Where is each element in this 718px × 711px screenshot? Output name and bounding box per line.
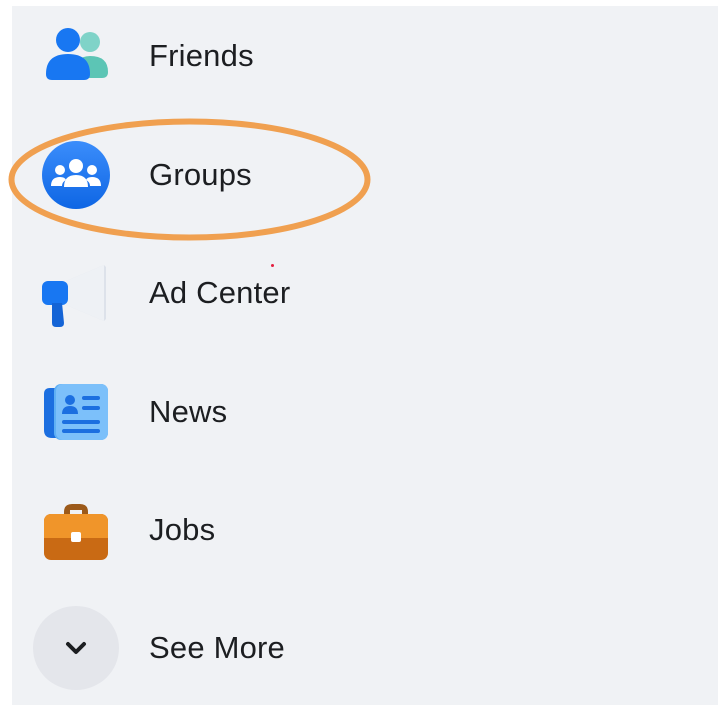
sidebar-item-label: Jobs (149, 512, 216, 547)
briefcase-icon (40, 494, 112, 566)
chevron-down-icon (66, 642, 86, 654)
sidebar-menu: Friends Groups Ad Center News Jobs See M… (12, 6, 718, 705)
friends-icon (40, 20, 112, 92)
sidebar-item-groups[interactable]: Groups (12, 125, 672, 225)
megaphone-icon (40, 257, 112, 329)
see-more-button[interactable]: See More (12, 598, 672, 698)
sidebar-item-news[interactable]: News (12, 362, 672, 462)
sidebar-item-jobs[interactable]: Jobs (12, 480, 672, 580)
sidebar-item-label: Groups (149, 157, 252, 192)
see-more-circle (33, 606, 119, 690)
sidebar-item-label: News (149, 394, 228, 429)
sidebar-item-ad-center[interactable]: Ad Center (12, 243, 672, 343)
see-more-label: See More (149, 630, 285, 665)
sidebar-item-label: Friends (149, 38, 254, 73)
notification-dot (271, 264, 274, 267)
newspaper-icon (40, 376, 112, 448)
sidebar-item-friends[interactable]: Friends (12, 6, 672, 106)
sidebar-item-label: Ad Center (149, 275, 291, 310)
groups-icon (40, 139, 112, 211)
